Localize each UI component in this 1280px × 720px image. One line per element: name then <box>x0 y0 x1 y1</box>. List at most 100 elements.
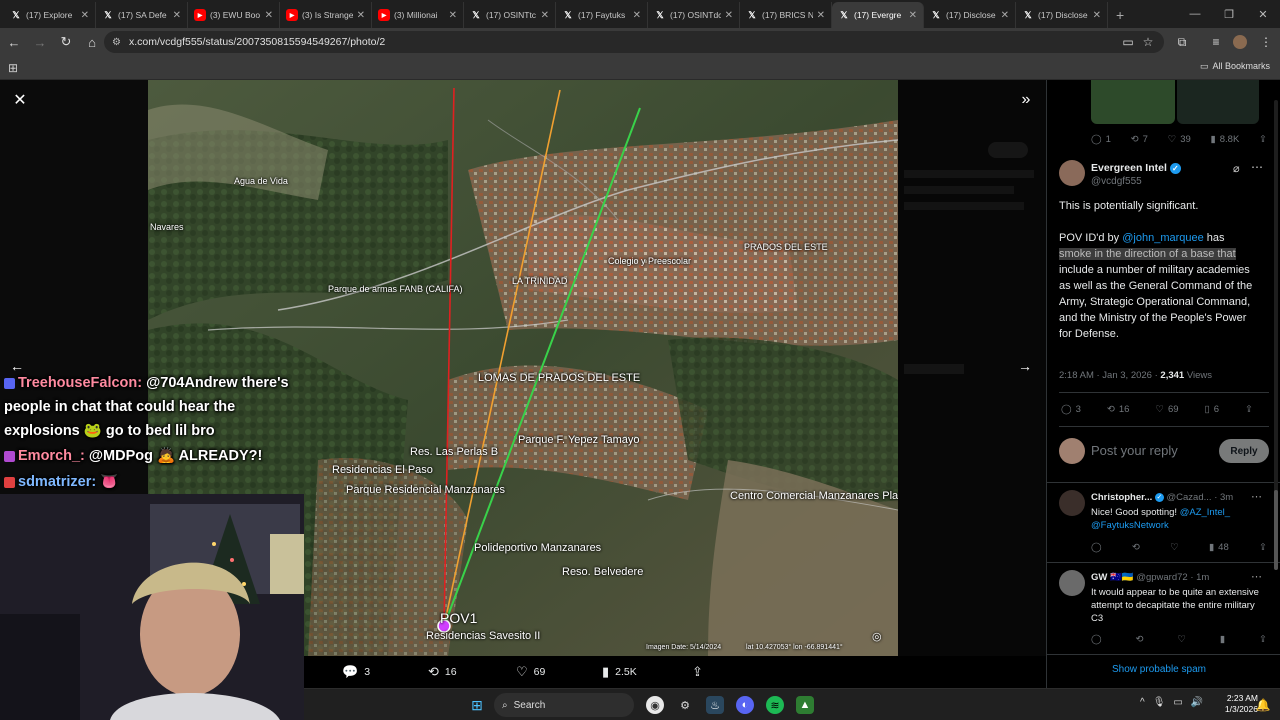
tab-close-icon[interactable]: ✕ <box>173 10 181 21</box>
tab-close-icon[interactable]: ✕ <box>1093 10 1101 21</box>
browser-tab[interactable]: 𝕏 (17) OSINTdc ✕ <box>648 2 740 28</box>
more-options-icon[interactable]: ⋯ <box>1251 160 1263 174</box>
browser-tab[interactable]: 𝕏 (17) Evergre ✕ <box>832 2 924 28</box>
windows-start-icon[interactable]: ⊞ <box>468 696 486 714</box>
home-icon[interactable]: ⌂ <box>80 30 104 54</box>
close-photo-icon[interactable]: ✕ <box>10 90 30 110</box>
expand-sidebar-icon[interactable]: » <box>1016 90 1036 110</box>
media-control-icon[interactable]: ≡ <box>1206 32 1226 52</box>
address-bar[interactable]: ⚙ x.com/vcdgf555/status/2007350815594549… <box>104 31 1164 53</box>
microphone-icon[interactable]: 🎙 <box>1153 697 1166 708</box>
reload-icon[interactable]: ↻ <box>54 30 78 54</box>
reply-author-handle[interactable]: @Cazad... <box>1167 492 1212 503</box>
tray-chevron-icon[interactable]: ^ <box>1140 697 1145 708</box>
reply-avatar[interactable] <box>1059 490 1085 516</box>
author-avatar[interactable] <box>1059 160 1085 186</box>
cast-icon[interactable]: ▭ <box>1118 32 1138 52</box>
repost-icon[interactable]: ⟲ <box>1132 542 1140 553</box>
reply-author-name[interactable]: GW <box>1091 572 1107 583</box>
like-button[interactable]: ♡ 39 <box>1168 134 1191 145</box>
repost-button[interactable]: ⟲ 7 <box>1131 134 1148 145</box>
site-info-icon[interactable]: ⚙ <box>112 37 121 48</box>
bookmark-star-icon[interactable]: ☆ <box>1138 32 1158 52</box>
back-icon[interactable]: ← <box>2 30 26 54</box>
repost-button[interactable]: ⟲ 16 <box>428 664 457 680</box>
all-bookmarks-button[interactable]: ▭ All Bookmarks <box>1200 61 1270 72</box>
tab-close-icon[interactable]: ✕ <box>81 10 89 21</box>
chrome-icon[interactable]: ◉ <box>646 696 664 714</box>
next-photo-icon[interactable]: → <box>1018 358 1032 374</box>
maximize-icon[interactable]: ❐ <box>1212 0 1246 28</box>
minimize-icon[interactable]: — <box>1178 0 1212 28</box>
new-tab-button[interactable]: + <box>1108 2 1132 28</box>
apps-grid-icon[interactable]: ⊞ <box>8 61 18 75</box>
reply-icon[interactable]: ◯ <box>1091 542 1102 553</box>
taskbar-search[interactable]: ⌕ Search <box>494 693 634 717</box>
reply-avatar[interactable] <box>1059 570 1085 596</box>
my-avatar[interactable] <box>1059 438 1085 464</box>
profile-avatar[interactable] <box>1230 32 1250 52</box>
reply-button[interactable]: 💬 3 <box>342 664 370 680</box>
views-button[interactable]: ▮ 2.5K <box>602 664 637 680</box>
extensions-icon[interactable]: ⧉ <box>1172 32 1192 52</box>
tab-close-icon[interactable]: ✕ <box>1001 10 1009 21</box>
views-button[interactable]: ▮ 8.8K <box>1211 134 1240 145</box>
close-window-icon[interactable]: ✕ <box>1246 0 1280 28</box>
reply-author-handle[interactable]: @gpward72 <box>1136 572 1187 583</box>
like-button[interactable]: ♡ 69 <box>1155 404 1178 415</box>
browser-tab[interactable]: ▶ (3) Millionai ✕ <box>372 2 464 28</box>
tab-close-icon[interactable]: ✕ <box>725 10 733 21</box>
tab-close-icon[interactable]: ✕ <box>541 10 549 21</box>
reply-time[interactable]: · 1m <box>1190 572 1209 583</box>
tab-close-icon[interactable]: ✕ <box>449 10 457 21</box>
browser-tab[interactable]: ▶ (3) EWU Boo ✕ <box>188 2 280 28</box>
bookmark-button[interactable]: ▯ 6 <box>1205 404 1220 415</box>
app-green-icon[interactable]: ▲ <box>796 696 814 714</box>
share-icon[interactable]: ⇪ <box>1259 542 1267 553</box>
tab-close-icon[interactable]: ✕ <box>633 10 641 21</box>
share-icon[interactable]: ⇪ <box>1245 404 1253 415</box>
tab-close-icon[interactable]: ✕ <box>909 10 917 21</box>
reply-input[interactable]: Post your reply <box>1091 443 1178 458</box>
analytics-icon[interactable]: ▮ <box>1220 634 1225 645</box>
share-button[interactable]: ⇪ <box>692 664 703 680</box>
browser-menu-icon[interactable]: ⋮ <box>1256 32 1276 52</box>
browser-tab[interactable]: ▶ (3) Is Strange ✕ <box>280 2 372 28</box>
steam-icon[interactable]: ♨ <box>706 696 724 714</box>
heart-icon[interactable]: ♡ <box>1177 634 1186 645</box>
share-icon[interactable]: ⇪ <box>1259 634 1267 645</box>
browser-tab[interactable]: 𝕏 (17) SA Defe ✕ <box>96 2 188 28</box>
reply-author-name[interactable]: Christopher... <box>1091 492 1152 503</box>
author-name-row[interactable]: Evergreen Intel ✓ <box>1091 162 1181 174</box>
tab-close-icon[interactable]: ✕ <box>357 10 365 21</box>
volume-icon[interactable]: 🔊 <box>1191 697 1203 708</box>
notification-icon[interactable]: 🔔 <box>1254 696 1272 714</box>
mention-link[interactable]: @john_marquee <box>1122 232 1204 244</box>
browser-tab[interactable]: 𝕏 (17) Faytuks ✕ <box>556 2 648 28</box>
sidebar-scrollbar-thumb[interactable] <box>1274 490 1278 570</box>
grok-icon[interactable]: ⌀ <box>1233 162 1240 175</box>
views-button[interactable]: ▮ 48 <box>1209 542 1229 553</box>
heart-icon[interactable]: ♡ <box>1170 542 1179 553</box>
reply-time[interactable]: · 3m <box>1214 492 1233 503</box>
show-probable-spam-link[interactable]: Show probable spam <box>1047 664 1271 675</box>
tab-close-icon[interactable]: ✕ <box>265 10 273 21</box>
tab-close-icon[interactable]: ✕ <box>817 10 825 21</box>
like-button[interactable]: ♡ 69 <box>516 664 545 680</box>
browser-tab[interactable]: 𝕏 (17) OSINTtc ✕ <box>464 2 556 28</box>
more-options-icon[interactable]: ⋯ <box>1251 570 1262 583</box>
browser-tab[interactable]: 𝕏 (17) Disclose ✕ <box>924 2 1016 28</box>
previous-post-image[interactable] <box>1177 80 1259 124</box>
reply-button[interactable]: ◯ 3 <box>1061 404 1081 415</box>
share-icon[interactable]: ⇪ <box>1259 134 1267 145</box>
reply-button[interactable]: ◯ 1 <box>1091 134 1111 145</box>
app-icon[interactable]: ⚙ <box>676 696 694 714</box>
more-options-icon[interactable]: ⋯ <box>1251 490 1262 503</box>
network-icon[interactable]: ▭ <box>1173 697 1182 708</box>
repost-button[interactable]: ⟲ 16 <box>1107 404 1130 415</box>
browser-tab[interactable]: 𝕏 (17) BRICS N ✕ <box>740 2 832 28</box>
reply-icon[interactable]: ◯ <box>1091 634 1102 645</box>
repost-icon[interactable]: ⟲ <box>1136 634 1144 645</box>
browser-tab[interactable]: 𝕏 (17) Disclose ✕ <box>1016 2 1108 28</box>
discord-icon[interactable]: ◐ <box>736 696 754 714</box>
